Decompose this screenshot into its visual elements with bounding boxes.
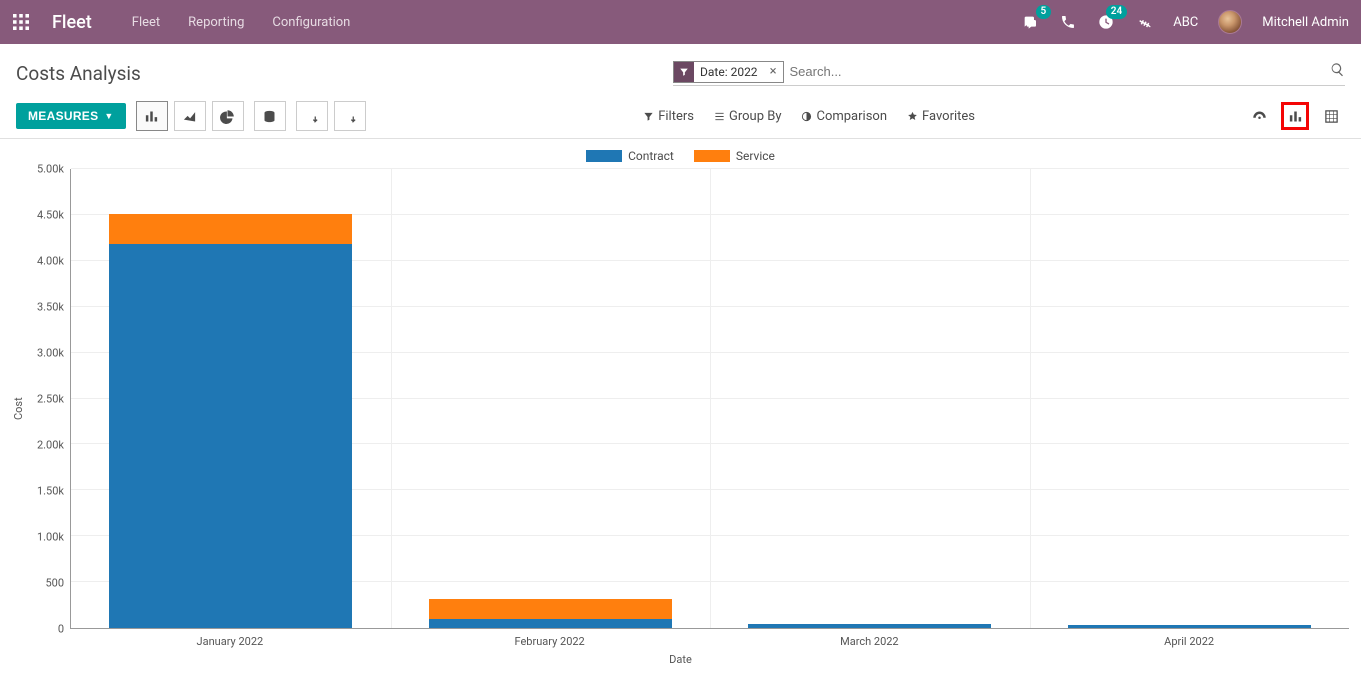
app-name[interactable]: Fleet [52, 12, 92, 33]
y-tick: 4.50k [37, 209, 64, 222]
y-tick: 3.00k [37, 347, 64, 360]
activities-icon[interactable]: 24 [1097, 13, 1115, 31]
bar-segment [748, 624, 991, 628]
bar-segment [1068, 625, 1311, 628]
bar-segment [429, 599, 672, 619]
bar-segment [429, 619, 672, 628]
y-tick: 2.50k [37, 393, 64, 406]
phone-icon[interactable] [1059, 13, 1077, 31]
pie-chart-button[interactable] [212, 101, 244, 131]
search-facet: Date: 2022 × [673, 61, 784, 83]
legend-swatch [694, 150, 730, 162]
facet-remove[interactable]: × [764, 65, 783, 78]
filters-dropdown[interactable]: Filters [643, 109, 694, 124]
x-tick: April 2022 [1029, 635, 1349, 648]
y-tick: 500 [45, 577, 64, 590]
search-bar[interactable]: Date: 2022 × [673, 61, 1345, 86]
legend-swatch [586, 150, 622, 162]
facet-label: Date: 2022 [694, 65, 764, 79]
filter-icon [674, 62, 694, 82]
messages-badge: 5 [1036, 5, 1052, 19]
x-axis-label: Date [12, 653, 1349, 666]
sort-desc-button[interactable] [296, 101, 328, 131]
dashboard-view-button[interactable] [1245, 102, 1273, 130]
line-chart-button[interactable] [174, 101, 206, 131]
sort-asc-button[interactable] [334, 101, 366, 131]
pivot-view-button[interactable] [1317, 102, 1345, 130]
bar[interactable] [1068, 591, 1311, 628]
bar[interactable] [748, 584, 991, 628]
nav-link-fleet[interactable]: Fleet [132, 15, 160, 30]
bar-segment [109, 244, 352, 628]
bar-segment [109, 214, 352, 245]
y-tick: 4.00k [37, 255, 64, 268]
stacked-button[interactable] [254, 101, 286, 131]
y-tick: 5.00k [37, 163, 64, 176]
y-tick: 2.00k [37, 439, 64, 452]
x-tick: February 2022 [390, 635, 710, 648]
favorites-dropdown[interactable]: Favorites [907, 109, 975, 124]
y-tick: 1.00k [37, 531, 64, 544]
avatar[interactable] [1218, 10, 1242, 34]
x-tick: January 2022 [70, 635, 390, 648]
measures-label: MEASURES [28, 109, 98, 123]
bar-chart-button[interactable] [136, 101, 168, 131]
measures-button[interactable]: MEASURES ▼ [16, 103, 126, 129]
debug-icon[interactable] [1135, 13, 1153, 31]
nav-link-reporting[interactable]: Reporting [188, 15, 244, 30]
graph-view-button[interactable] [1281, 102, 1309, 130]
y-tick: 3.50k [37, 301, 64, 314]
legend-label: Service [736, 149, 775, 163]
messages-icon[interactable]: 5 [1021, 13, 1039, 31]
chevron-down-icon: ▼ [104, 111, 113, 121]
user-menu[interactable]: Mitchell Admin [1262, 15, 1349, 30]
company-selector[interactable]: ABC [1173, 15, 1198, 30]
activities-badge: 24 [1106, 5, 1127, 19]
legend-label: Contract [628, 149, 674, 163]
groupby-dropdown[interactable]: Group By [714, 109, 782, 124]
y-axis-label: Cost [12, 169, 28, 629]
x-tick: March 2022 [710, 635, 1030, 648]
search-icon[interactable] [1330, 62, 1345, 81]
comparison-dropdown[interactable]: Comparison [801, 109, 887, 124]
search-input[interactable] [790, 64, 1330, 79]
nav-link-configuration[interactable]: Configuration [272, 15, 350, 30]
legend-item[interactable]: Service [694, 149, 775, 163]
y-tick: 1.50k [37, 485, 64, 498]
page-title: Costs Analysis [16, 62, 141, 85]
bar[interactable] [429, 512, 672, 628]
y-tick: 0 [58, 623, 64, 636]
legend-item[interactable]: Contract [586, 149, 674, 163]
apps-icon[interactable] [12, 13, 30, 31]
bar[interactable] [109, 192, 352, 628]
